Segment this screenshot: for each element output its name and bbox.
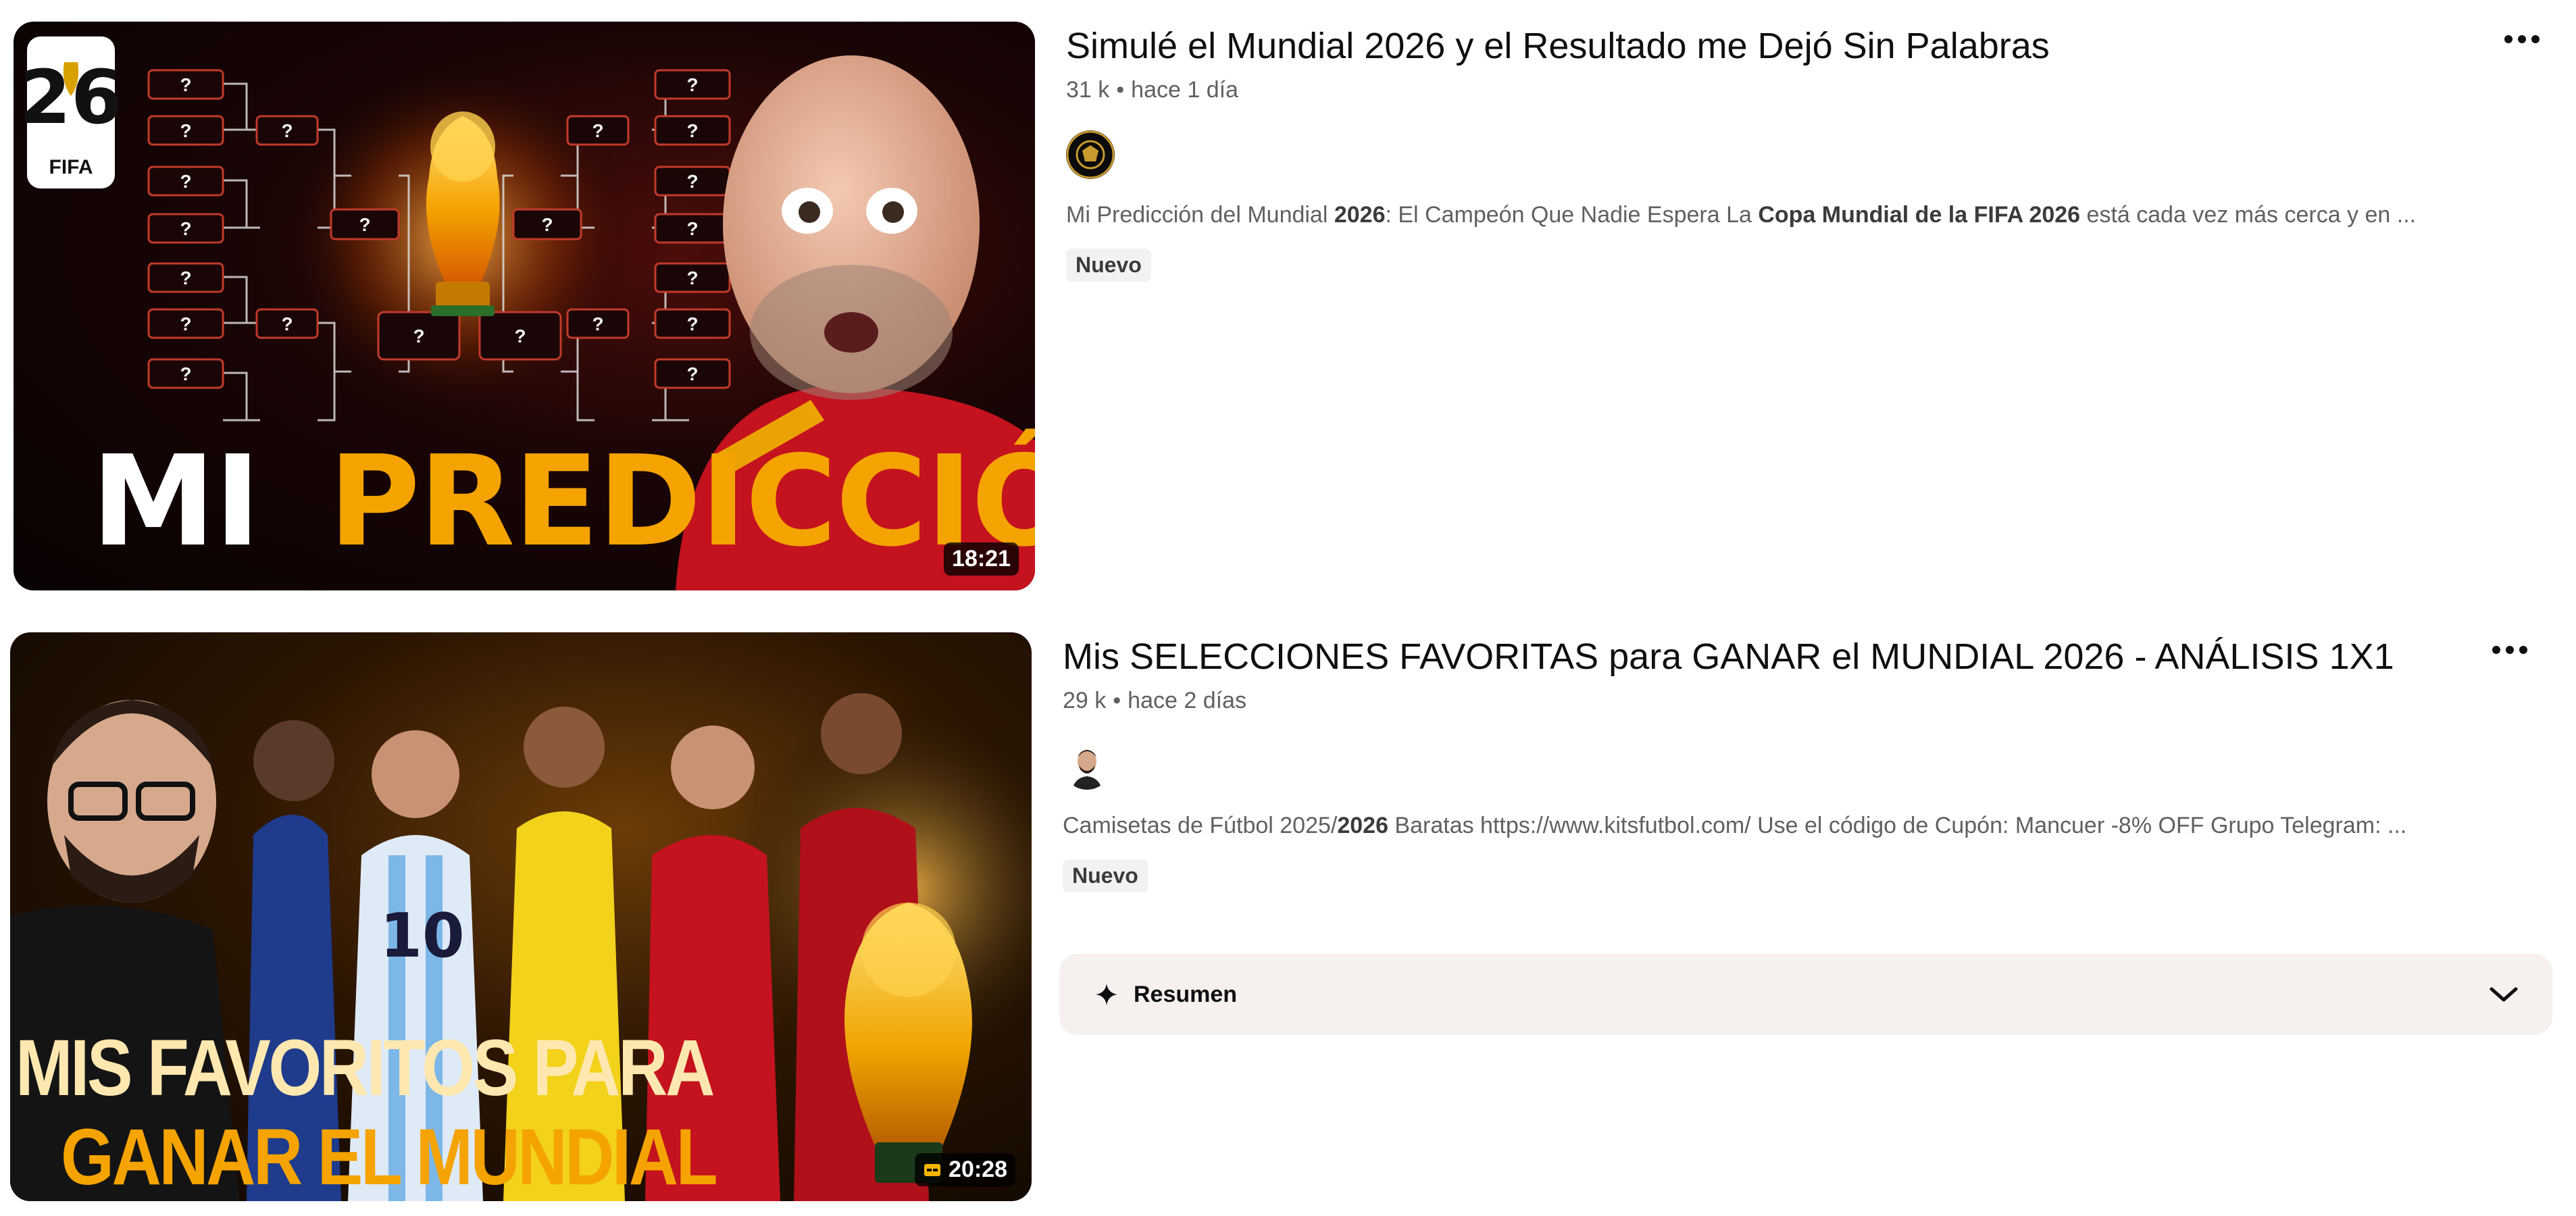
bracket-question-mark: ? (514, 326, 526, 347)
desc-text: Baratas https://www.kitsfutbol.com/ Use … (1388, 813, 2407, 838)
thumbnail-headline-line2: GANAR EL MUNDIAL (61, 1113, 718, 1201)
separator-dot: • (1113, 688, 1121, 713)
video-stats: 29 k • hace 2 días (1063, 688, 2406, 714)
separator-dot: • (1116, 77, 1125, 103)
duration-text: 20:28 (949, 1157, 1007, 1182)
desc-text: Mi Predicción del Mundial (1066, 202, 1334, 228)
video-stats: 31 k • hace 1 día (1066, 77, 2416, 103)
desc-bold: 2026 (1334, 202, 1386, 228)
summary-expander[interactable]: Resumen (1059, 954, 2552, 1035)
bracket-question-mark: ? (281, 120, 293, 141)
bracket-question-mark: ? (592, 120, 603, 141)
desc-text: está cada vez más cerca y en ... (2080, 202, 2417, 228)
channel-avatar[interactable] (1063, 741, 1111, 790)
bracket-question-mark: ? (541, 214, 553, 235)
duration-badge: 20:28 (915, 1153, 1015, 1186)
video-title[interactable]: Simulé el Mundial 2026 y el Resultado me… (1066, 24, 2416, 68)
bracket-question-mark: ? (180, 313, 191, 334)
bracket-question-mark: ? (413, 326, 424, 347)
bracket-question-mark: ? (180, 74, 191, 95)
upload-age: hace 1 día (1131, 77, 1238, 103)
more-vert-icon (2492, 646, 2527, 654)
video-meta: Simulé el Mundial 2026 y el Resultado me… (1066, 24, 2416, 282)
jersey-number: 10 (380, 901, 464, 971)
bracket-question-mark: ? (180, 218, 191, 239)
video-description: Camisetas de Fútbol 2025/2026 Baratas ht… (1063, 813, 2406, 839)
bracket-question-mark: ? (686, 268, 698, 288)
logo-text: FIFA (49, 156, 93, 178)
desc-text: Camisetas de Fútbol 2025/ (1063, 813, 1338, 838)
view-count: 29 k (1063, 688, 1107, 713)
headline-gold: PREDICCIÓN (328, 428, 1035, 574)
fifa-2026-logo: 26 FIFA (19, 36, 123, 188)
bracket-question-mark: ? (592, 313, 603, 334)
bracket-question-mark: ? (686, 313, 698, 334)
bracket-question-mark: ? (180, 120, 191, 141)
video-title[interactable]: Mis SELECCIONES FAVORITAS para GANAR el … (1063, 635, 2406, 678)
video-description: Mi Predicción del Mundial 2026: El Campe… (1066, 202, 2416, 228)
video-thumbnail[interactable]: 10 MIS FAVORITOS PARA GANAR EL MUNDIAL 2… (10, 632, 1032, 1201)
trophy-icon (426, 111, 500, 316)
chevron-down-icon (2490, 987, 2518, 1002)
desc-bold: 2026 (1337, 813, 1388, 838)
upload-age: hace 2 días (1128, 688, 1246, 713)
duration-text: 18:21 (952, 546, 1011, 572)
bracket-question-mark: ? (180, 268, 191, 288)
duration-badge: 18:21 (944, 542, 1019, 576)
more-actions-button[interactable] (2483, 623, 2537, 677)
thumbnail-headline-line1: MIS FAVORITOS PARA (16, 1023, 715, 1113)
headline-white: MI (91, 428, 261, 574)
summary-label: Resumen (1134, 981, 1238, 1007)
bracket-question-mark: ? (686, 363, 698, 384)
channel-logo-icon (1066, 130, 1115, 179)
bracket-question-mark: ? (180, 363, 191, 384)
view-count: 31 k (1066, 77, 1110, 103)
bracket-question-mark: ? (686, 120, 698, 141)
new-badge: Nuevo (1066, 249, 1151, 282)
channel-avatar[interactable] (1066, 130, 1115, 179)
thumbnail-headline: MI PREDICCIÓN (91, 434, 1035, 569)
bracket-question-mark: ? (359, 214, 370, 235)
bracket-question-mark: ? (686, 171, 698, 192)
video-result: ??? ??? ??? ??? ??? ??? ??? ? 26 FIFA MI… (0, 0, 2576, 594)
new-badge: Nuevo (1063, 859, 1148, 892)
video-result: 10 MIS FAVORITOS PARA GANAR EL MUNDIAL 2… (0, 608, 2576, 1216)
captions-icon (924, 1163, 941, 1176)
video-thumbnail[interactable]: ??? ??? ??? ??? ??? ??? ??? ? 26 FIFA MI… (14, 22, 1035, 590)
bracket-question-mark: ? (281, 313, 293, 334)
more-vert-icon (2504, 35, 2540, 43)
desc-bold: Copa Mundial de la FIFA 2026 (1758, 202, 2081, 228)
bracket-question-mark: ? (180, 171, 191, 192)
desc-text: : El Campeón Que Nadie Espera La (1385, 202, 1759, 228)
more-actions-button[interactable] (2495, 12, 2549, 66)
channel-avatar-icon (1072, 750, 1102, 790)
bracket-question-mark: ? (686, 218, 698, 239)
sparkle-icon (1096, 984, 1117, 1005)
video-meta: Mis SELECCIONES FAVORITAS para GANAR el … (1063, 635, 2406, 892)
bracket-question-mark: ? (686, 74, 698, 95)
